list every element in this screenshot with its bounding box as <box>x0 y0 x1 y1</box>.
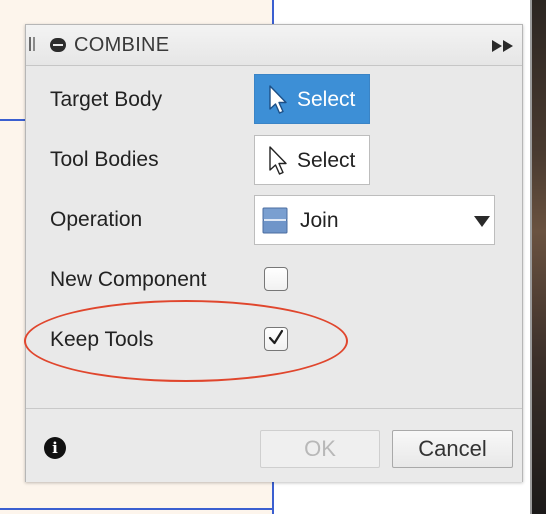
viewport-edge <box>532 0 546 514</box>
cancel-button[interactable]: Cancel <box>392 430 513 468</box>
info-icon[interactable]: i <box>44 437 66 459</box>
new-component-checkbox[interactable] <box>264 267 288 291</box>
operation-label: Operation <box>50 208 143 231</box>
drag-grip-icon[interactable] <box>29 37 35 51</box>
tool-bodies-select-label: Select <box>297 149 356 172</box>
target-body-select-label: Select <box>297 88 356 111</box>
tool-bodies-label: Tool Bodies <box>50 148 159 171</box>
double-chevron-right-icon[interactable] <box>492 40 514 52</box>
operation-selected-value: Join <box>300 209 339 232</box>
dialog-titlebar[interactable]: COMBINE <box>26 25 522 66</box>
chevron-down-icon <box>474 216 490 227</box>
dialog-footer: i OK Cancel <box>26 408 522 482</box>
cursor-arrow-icon <box>269 85 287 114</box>
new-component-label: New Component <box>50 268 207 291</box>
operation-dropdown[interactable]: Join <box>254 195 495 245</box>
canvas-edge-line <box>0 508 274 510</box>
combine-dialog: COMBINE Target Body Select Tool Bodies S… <box>24 24 523 482</box>
target-body-label: Target Body <box>50 88 163 111</box>
canvas-edge-line <box>0 119 26 121</box>
annotation-highlight-ellipse <box>24 300 348 382</box>
cursor-arrow-icon <box>269 146 287 175</box>
target-body-select-button[interactable]: Select <box>254 74 370 124</box>
join-operation-icon <box>262 207 288 234</box>
tool-bodies-select-button[interactable]: Select <box>254 135 370 185</box>
ok-button[interactable]: OK <box>260 430 380 468</box>
combine-icon <box>50 38 66 52</box>
dialog-title: COMBINE <box>74 34 170 56</box>
